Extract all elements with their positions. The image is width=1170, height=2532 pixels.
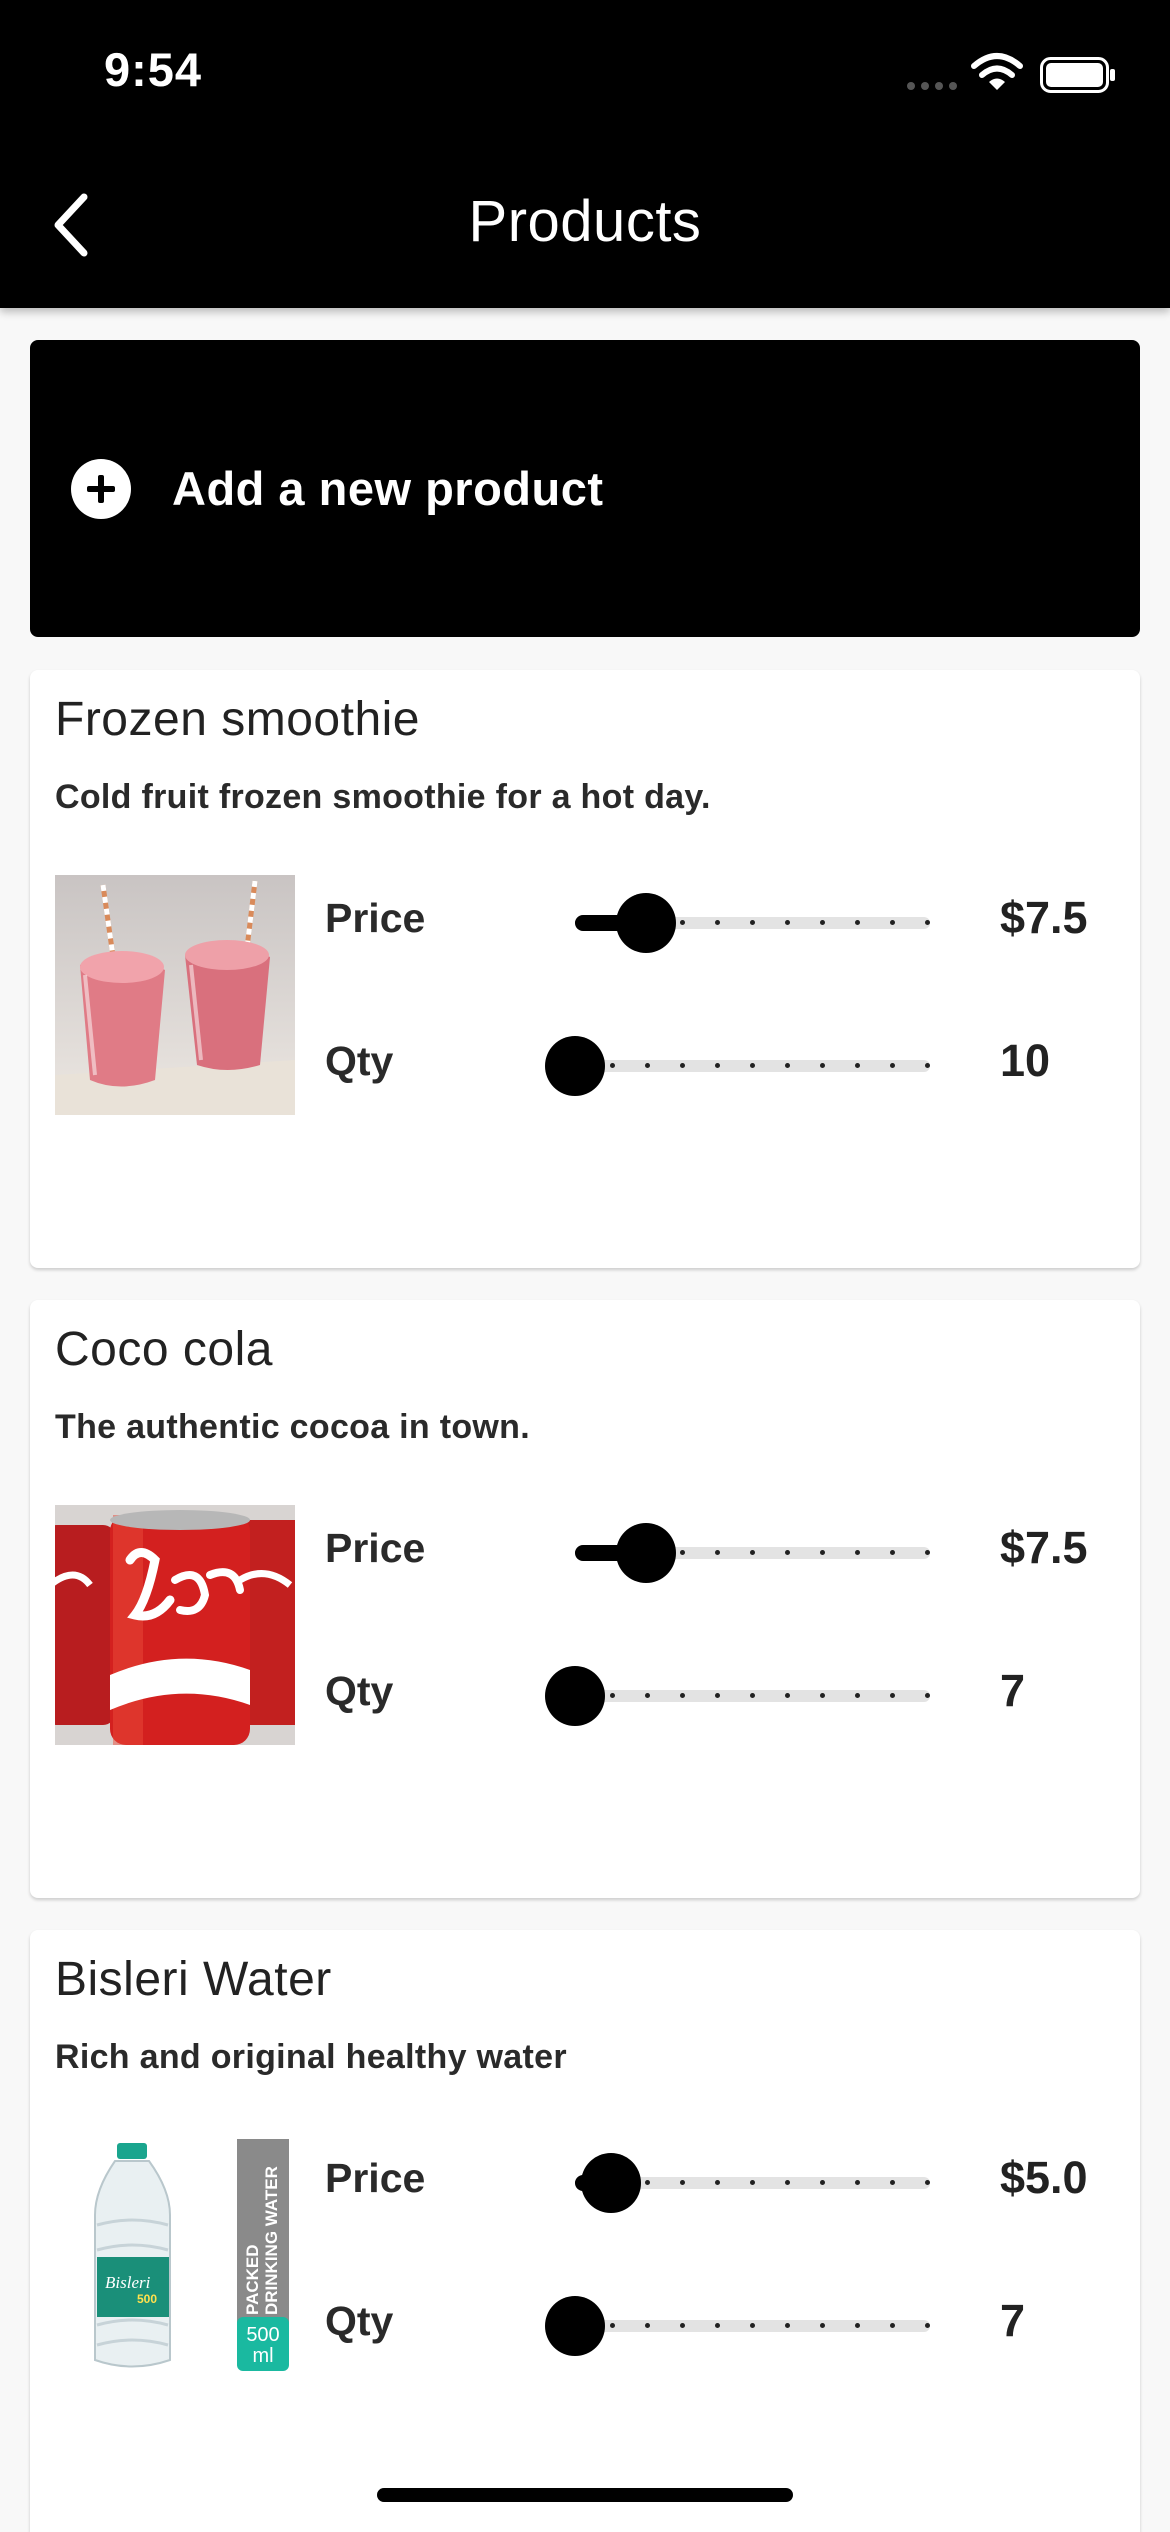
- qty-label: Qty: [325, 1668, 394, 1714]
- status-time: 9:54: [104, 43, 203, 96]
- slider-thumb[interactable]: [545, 1666, 605, 1726]
- bottle-size-text: 500: [137, 2292, 157, 2306]
- slider-thumb[interactable]: [580, 2153, 641, 2213]
- product-card: Bisleri Water Rich and original healthy …: [30, 1930, 1140, 2532]
- add-product-button[interactable]: Add a new product: [30, 340, 1140, 637]
- slider-thumb[interactable]: [545, 1036, 605, 1096]
- qty-label: Qty: [325, 2298, 394, 2344]
- price-slider[interactable]: [545, 1513, 960, 1593]
- signal-icon: [907, 82, 957, 90]
- product-card: Coco cola The authentic cocoa in town. P…: [30, 1300, 1140, 1898]
- product-name: Frozen smoothie: [55, 693, 420, 746]
- cola-image: [55, 1505, 295, 1745]
- volume-badge-unit: ml: [252, 2345, 273, 2367]
- price-label: Price: [325, 1525, 426, 1571]
- product-description: Rich and original healthy water: [55, 2038, 567, 2076]
- product-name: Coco cola: [55, 1323, 273, 1376]
- qty-value: 7: [1000, 1665, 1026, 1716]
- water-bottle-image: Bisleri 500 PACKED DRINKING WATER 500 ml: [55, 2135, 295, 2375]
- product-description: Cold fruit frozen smoothie for a hot day…: [55, 778, 711, 816]
- price-slider[interactable]: [545, 883, 960, 963]
- add-product-label: Add a new product: [172, 462, 604, 515]
- nav-bar: Products: [0, 150, 1170, 308]
- qty-value: 10: [1000, 1035, 1051, 1086]
- bottle-brand-text: Bisleri: [105, 2273, 151, 2292]
- status-bar: 9:54: [0, 0, 1170, 150]
- add-circle-icon: [71, 458, 131, 519]
- qty-slider[interactable]: [545, 1026, 960, 1106]
- price-label: Price: [325, 895, 426, 941]
- price-label: Price: [325, 2155, 426, 2201]
- price-slider[interactable]: [545, 2143, 960, 2223]
- battery-icon: [1040, 57, 1115, 93]
- product-description: The authentic cocoa in town.: [55, 1408, 530, 1446]
- slider-thumb[interactable]: [616, 893, 676, 953]
- product-card: Frozen smoothie Cold fruit frozen smooth…: [30, 670, 1140, 1268]
- smoothie-image: [55, 875, 295, 1115]
- home-indicator: [377, 2488, 793, 2502]
- price-value: $7.5: [1000, 1522, 1088, 1573]
- qty-label: Qty: [325, 1038, 394, 1084]
- slider-thumb[interactable]: [616, 1523, 676, 1583]
- label-line-packed: PACKED: [243, 2244, 262, 2315]
- qty-value: 7: [1000, 2295, 1026, 2346]
- qty-slider[interactable]: [545, 1656, 960, 1736]
- price-value: $7.5: [1000, 892, 1088, 943]
- label-line-drinking-water: DRINKING WATER: [262, 2166, 281, 2315]
- slider-thumb[interactable]: [545, 2296, 605, 2356]
- product-name: Bisleri Water: [55, 1953, 332, 2006]
- price-value: $5.0: [1000, 2152, 1088, 2203]
- qty-slider[interactable]: [545, 2286, 960, 2366]
- volume-badge-amount: 500: [246, 2324, 279, 2346]
- page-title: Products: [468, 189, 702, 254]
- wifi-icon: [971, 53, 1023, 90]
